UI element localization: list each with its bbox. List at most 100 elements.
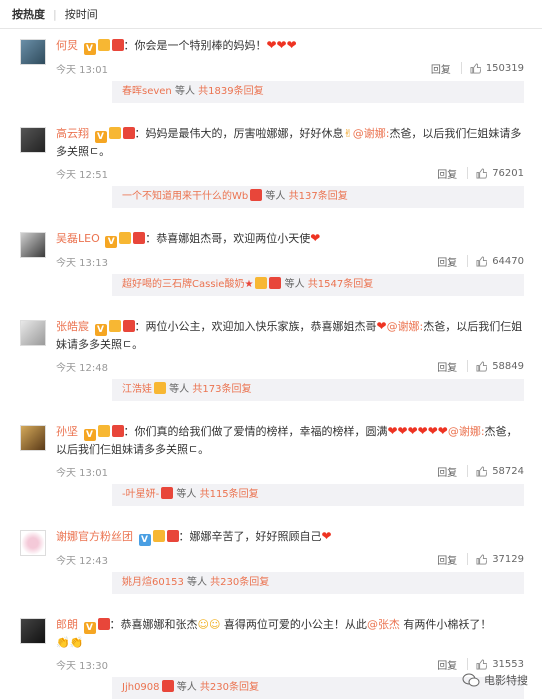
comment-meta: 今天 12:51 回复 76201 bbox=[56, 162, 542, 184]
sub-reply-box[interactable]: -叶星妍- 等人 共115条回复 bbox=[112, 484, 524, 506]
thumbs-up-icon bbox=[476, 256, 488, 266]
comment-content: 你们真的给我们做了爱情的榜样，幸福的榜样，圆满 bbox=[134, 425, 388, 438]
crown-badge-icon bbox=[152, 530, 165, 542]
sub-reply-box[interactable]: 江浩娃 等人 共173条回复 bbox=[112, 379, 524, 401]
reply-button[interactable]: 回复 bbox=[437, 166, 457, 181]
comment-content: 妈妈是最伟大的，厉害啦娜娜，好好休息 bbox=[145, 127, 344, 140]
thumbs-up-icon bbox=[476, 554, 488, 564]
comment-meta: 今天 13:01 回复 150319 bbox=[56, 57, 542, 79]
sub-reply-box[interactable]: 春晖seven 等人 共1839条回复 bbox=[112, 81, 524, 103]
sub-reply-user[interactable]: 江浩娃 bbox=[122, 384, 152, 395]
comment-text: 吴磊LEO V ：恭喜娜姐杰哥，欢迎两位小天使❤ bbox=[56, 231, 321, 248]
redpacket-badge-icon bbox=[111, 425, 124, 437]
sub-reply-user[interactable]: 一个不知道用来干什么的Wb bbox=[122, 191, 248, 202]
comment-username[interactable]: 吴磊LEO bbox=[56, 232, 100, 245]
sub-reply-total[interactable]: 共137条回复 bbox=[289, 191, 348, 202]
avatar[interactable] bbox=[20, 530, 46, 556]
comment-item: 何炅 V ：你会是一个特别棒的妈妈！❤❤❤ 今天 13:01 回复 150319 … bbox=[0, 29, 542, 117]
crown-badge-icon bbox=[97, 39, 110, 51]
comment-content: 你会是一个特别棒的妈妈！ bbox=[134, 39, 267, 52]
redpacket-badge-icon bbox=[250, 189, 263, 201]
sub-reply-box[interactable]: 超好喝的三石牌Cassie酸奶★ 等人 共1547条回复 bbox=[112, 274, 524, 296]
reply-button[interactable]: 回复 bbox=[437, 254, 457, 269]
sort-bar: 按热度 | 按时间 bbox=[0, 0, 542, 29]
comment-item: 张皓宸 V ：两位小公主，欢迎加入快乐家族，恭喜娜姐杰哥❤@谢娜:杰爸，以后我们仨… bbox=[0, 310, 542, 415]
mention-link[interactable]: @谢娜: bbox=[387, 320, 424, 333]
reply-button[interactable]: 回复 bbox=[437, 657, 457, 672]
sub-reply-box[interactable]: 姚月煊60153 等人 共230条回复 bbox=[112, 572, 524, 594]
redpacket-badge-icon bbox=[111, 39, 124, 51]
redpacket-badge-icon bbox=[166, 530, 179, 542]
comment-username[interactable]: 谢娜官方粉丝团 bbox=[56, 530, 133, 543]
divider bbox=[467, 658, 469, 670]
avatar[interactable] bbox=[20, 39, 46, 65]
thumbs-up-icon bbox=[476, 168, 488, 178]
comment-content-end: 有两件小棉袄了！ bbox=[399, 618, 492, 631]
sub-reply-box[interactable]: 一个不知道用来干什么的Wb 等人 共137条回复 bbox=[112, 186, 524, 208]
sort-by-hot-tab[interactable]: 按热度 bbox=[12, 6, 45, 22]
thumbs-up-icon bbox=[476, 466, 488, 476]
sub-reply-user[interactable]: 超好喝的三石牌Cassie酸奶 bbox=[122, 279, 244, 290]
heart-emoji-icon: ❤ bbox=[376, 319, 387, 333]
comment-text: 高云翔 V ：妈妈是最伟大的，厉害啦娜娜，好好休息✌@谢娜:杰爸，以后我们仨姐妹请… bbox=[56, 127, 522, 158]
sub-reply-suffix: 等人 bbox=[173, 489, 200, 500]
heart-emoji-icon: ❤❤❤ bbox=[266, 38, 297, 52]
sub-reply-user[interactable]: 姚月煊60153 bbox=[122, 577, 184, 588]
comment-username[interactable]: 高云翔 bbox=[56, 127, 89, 140]
redpacket-badge-icon bbox=[133, 232, 146, 244]
like-button[interactable]: 64470 bbox=[476, 256, 524, 267]
like-button[interactable]: 58724 bbox=[476, 466, 524, 477]
avatar[interactable] bbox=[20, 127, 46, 153]
like-button[interactable]: 150319 bbox=[470, 63, 524, 74]
comment-list: 何炅 V ：你会是一个特别棒的妈妈！❤❤❤ 今天 13:01 回复 150319 … bbox=[0, 29, 542, 699]
reply-button[interactable]: 回复 bbox=[431, 61, 451, 76]
avatar[interactable] bbox=[20, 425, 46, 451]
sort-by-time-tab[interactable]: 按时间 bbox=[65, 6, 98, 22]
comment-item: 孙坚 V ：你们真的给我们做了爱情的榜样，幸福的榜样，圆满❤❤❤❤❤❤@谢娜:杰爸… bbox=[0, 415, 542, 520]
comment-username[interactable]: 孙坚 bbox=[56, 425, 78, 438]
like-button[interactable]: 76201 bbox=[476, 168, 524, 179]
mention-link[interactable]: @张杰 bbox=[367, 618, 400, 631]
sub-reply-suffix: 等人 bbox=[262, 191, 289, 202]
sub-reply-total[interactable]: 共1547条回复 bbox=[308, 279, 373, 290]
comment-content: 娜娜辛苦了，好好照顾自己 bbox=[189, 530, 322, 543]
reply-button[interactable]: 回复 bbox=[437, 359, 457, 374]
comment-meta: 今天 12:43 回复 37129 bbox=[56, 548, 542, 570]
comment-time: 今天 12:43 bbox=[56, 555, 108, 567]
sub-reply-total[interactable]: 共173条回复 bbox=[192, 384, 251, 395]
star-badge-icon: ★ bbox=[244, 279, 254, 290]
comment-content: 两位小公主，欢迎加入快乐家族，恭喜娜姐杰哥 bbox=[145, 320, 377, 333]
sub-reply-user[interactable]: 春晖seven bbox=[122, 86, 172, 97]
like-count: 58724 bbox=[492, 465, 524, 477]
avatar[interactable] bbox=[20, 232, 46, 258]
sub-reply-user[interactable]: -叶星妍- bbox=[122, 489, 159, 500]
redpacket-badge-icon bbox=[97, 618, 110, 630]
sub-reply-user[interactable]: Jjh0908 bbox=[122, 682, 160, 693]
reply-button[interactable]: 回复 bbox=[437, 552, 457, 567]
mention-link[interactable]: @谢娜: bbox=[353, 127, 390, 140]
comment-username[interactable]: 何炅 bbox=[56, 39, 78, 52]
comment-content-continued: 喜得两位可爱的小公主！从此 bbox=[220, 618, 367, 631]
sub-reply-total[interactable]: 共230条回复 bbox=[200, 682, 259, 693]
sub-reply-total[interactable]: 共115条回复 bbox=[200, 489, 259, 500]
comment-username[interactable]: 张皓宸 bbox=[56, 320, 89, 333]
mention-link[interactable]: @谢娜: bbox=[448, 425, 485, 438]
like-button[interactable]: 37129 bbox=[476, 554, 524, 565]
like-button[interactable]: 58849 bbox=[476, 361, 524, 372]
like-count: 76201 bbox=[492, 167, 524, 179]
avatar[interactable] bbox=[20, 320, 46, 346]
crown-badge-icon bbox=[154, 382, 166, 394]
sub-reply-total[interactable]: 共230条回复 bbox=[210, 577, 269, 588]
reply-button[interactable]: 回复 bbox=[437, 464, 457, 479]
avatar[interactable] bbox=[20, 618, 46, 644]
like-button[interactable]: 31553 bbox=[476, 659, 524, 670]
comment-time: 今天 13:30 bbox=[56, 660, 108, 672]
crown-badge-icon bbox=[97, 425, 110, 437]
comment-item: 郎朗 V ：恭喜娜娜和张杰☺☺ 喜得两位可爱的小公主！从此@张杰 有两件小棉袄了！… bbox=[0, 608, 542, 699]
comment-time: 今天 12:51 bbox=[56, 169, 108, 181]
comment-username[interactable]: 郎朗 bbox=[56, 618, 78, 631]
comment-time: 今天 13:01 bbox=[56, 467, 108, 479]
redpacket-badge-icon bbox=[122, 127, 135, 139]
crown-badge-icon bbox=[255, 277, 268, 289]
sub-reply-total[interactable]: 共1839条回复 bbox=[198, 86, 263, 97]
